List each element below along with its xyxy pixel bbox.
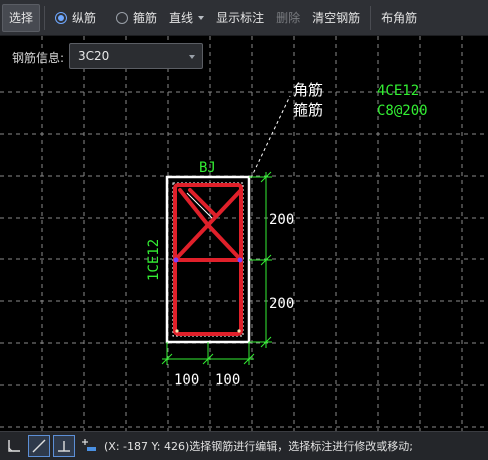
place-corner-label: 布角筋 xyxy=(381,11,418,25)
perpendicular-icon[interactable] xyxy=(53,435,75,457)
radio-unchecked-icon xyxy=(116,11,129,24)
rebar-info-value: 3C20 xyxy=(78,49,110,63)
line-dropdown[interactable]: 直线 xyxy=(163,4,210,32)
corner-rebar-label[interactable]: 角筋 xyxy=(293,81,323,99)
hook-line xyxy=(188,188,217,217)
rebar-node-right xyxy=(237,257,243,263)
corner-point xyxy=(175,329,179,333)
corner-point xyxy=(237,329,241,333)
toolbar: 选择 纵筋 箍筋 直线 显示标注 删除 清空钢筋 布角筋 xyxy=(0,0,488,36)
stirrup-label[interactable]: 箍筋 xyxy=(293,101,323,119)
status-text: (X: -187 Y: 426)选择钢筋进行编辑，选择标注进行修改或移动; xyxy=(104,440,413,453)
oblique-line-icon[interactable] xyxy=(28,435,50,457)
rebar-group[interactable] xyxy=(173,183,243,336)
radio-stirrup-label: 箍筋 xyxy=(133,11,158,25)
clear-rebar-label: 清空钢筋 xyxy=(312,11,361,25)
status-bar: (X: -187 Y: 426)选择钢筋进行编辑，选择标注进行修改或移动; xyxy=(0,431,488,460)
line-dropdown-label: 直线 xyxy=(169,11,194,25)
show-annotation-button[interactable]: 显示标注 xyxy=(210,4,270,32)
show-annotation-label: 显示标注 xyxy=(216,11,265,25)
select-button-label: 选择 xyxy=(9,11,34,25)
section-label[interactable]: BJ xyxy=(199,160,216,176)
chevron-down-icon xyxy=(198,15,205,20)
add-rebar-icon[interactable] xyxy=(78,435,100,457)
corner-rebar-value[interactable]: 4CE12 xyxy=(377,83,419,99)
dim-right-top-label[interactable]: 200 xyxy=(269,212,294,228)
place-corner-rebar-button[interactable]: 布角筋 xyxy=(375,4,423,32)
delete-button[interactable]: 删除 xyxy=(270,4,306,32)
radio-longitudinal[interactable]: 纵筋 xyxy=(49,4,102,32)
radio-longitudinal-label: 纵筋 xyxy=(72,11,97,25)
dimension-bottom[interactable] xyxy=(161,342,255,365)
radio-checked-icon xyxy=(55,11,68,24)
annotation-leader xyxy=(250,95,291,179)
dim-bottom-left-label[interactable]: 100 xyxy=(174,372,199,388)
side-rebar-label[interactable]: 1CE12 xyxy=(146,239,162,281)
orthogonal-mode-icon[interactable] xyxy=(3,435,25,457)
diamond-tie-right xyxy=(206,188,243,227)
chevron-down-icon xyxy=(189,55,195,59)
stirrup-value[interactable]: C8@200 xyxy=(377,103,428,119)
diamond-tie-lower xyxy=(206,223,243,262)
delete-label: 删除 xyxy=(276,11,301,25)
rebar-info-select[interactable]: 3C20 xyxy=(69,43,203,69)
toolbar-divider xyxy=(44,5,46,30)
radio-stirrup[interactable]: 箍筋 xyxy=(110,4,163,32)
select-button[interactable]: 选择 xyxy=(2,3,41,32)
rebar-node-left xyxy=(173,257,179,263)
toolbar-divider xyxy=(370,5,372,30)
dim-bottom-right-label[interactable]: 100 xyxy=(215,372,240,388)
clear-rebar-button[interactable]: 清空钢筋 xyxy=(306,4,366,32)
rebar-info-label: 钢筋信息: xyxy=(12,51,65,65)
dim-right-bottom-label[interactable]: 200 xyxy=(269,296,294,312)
